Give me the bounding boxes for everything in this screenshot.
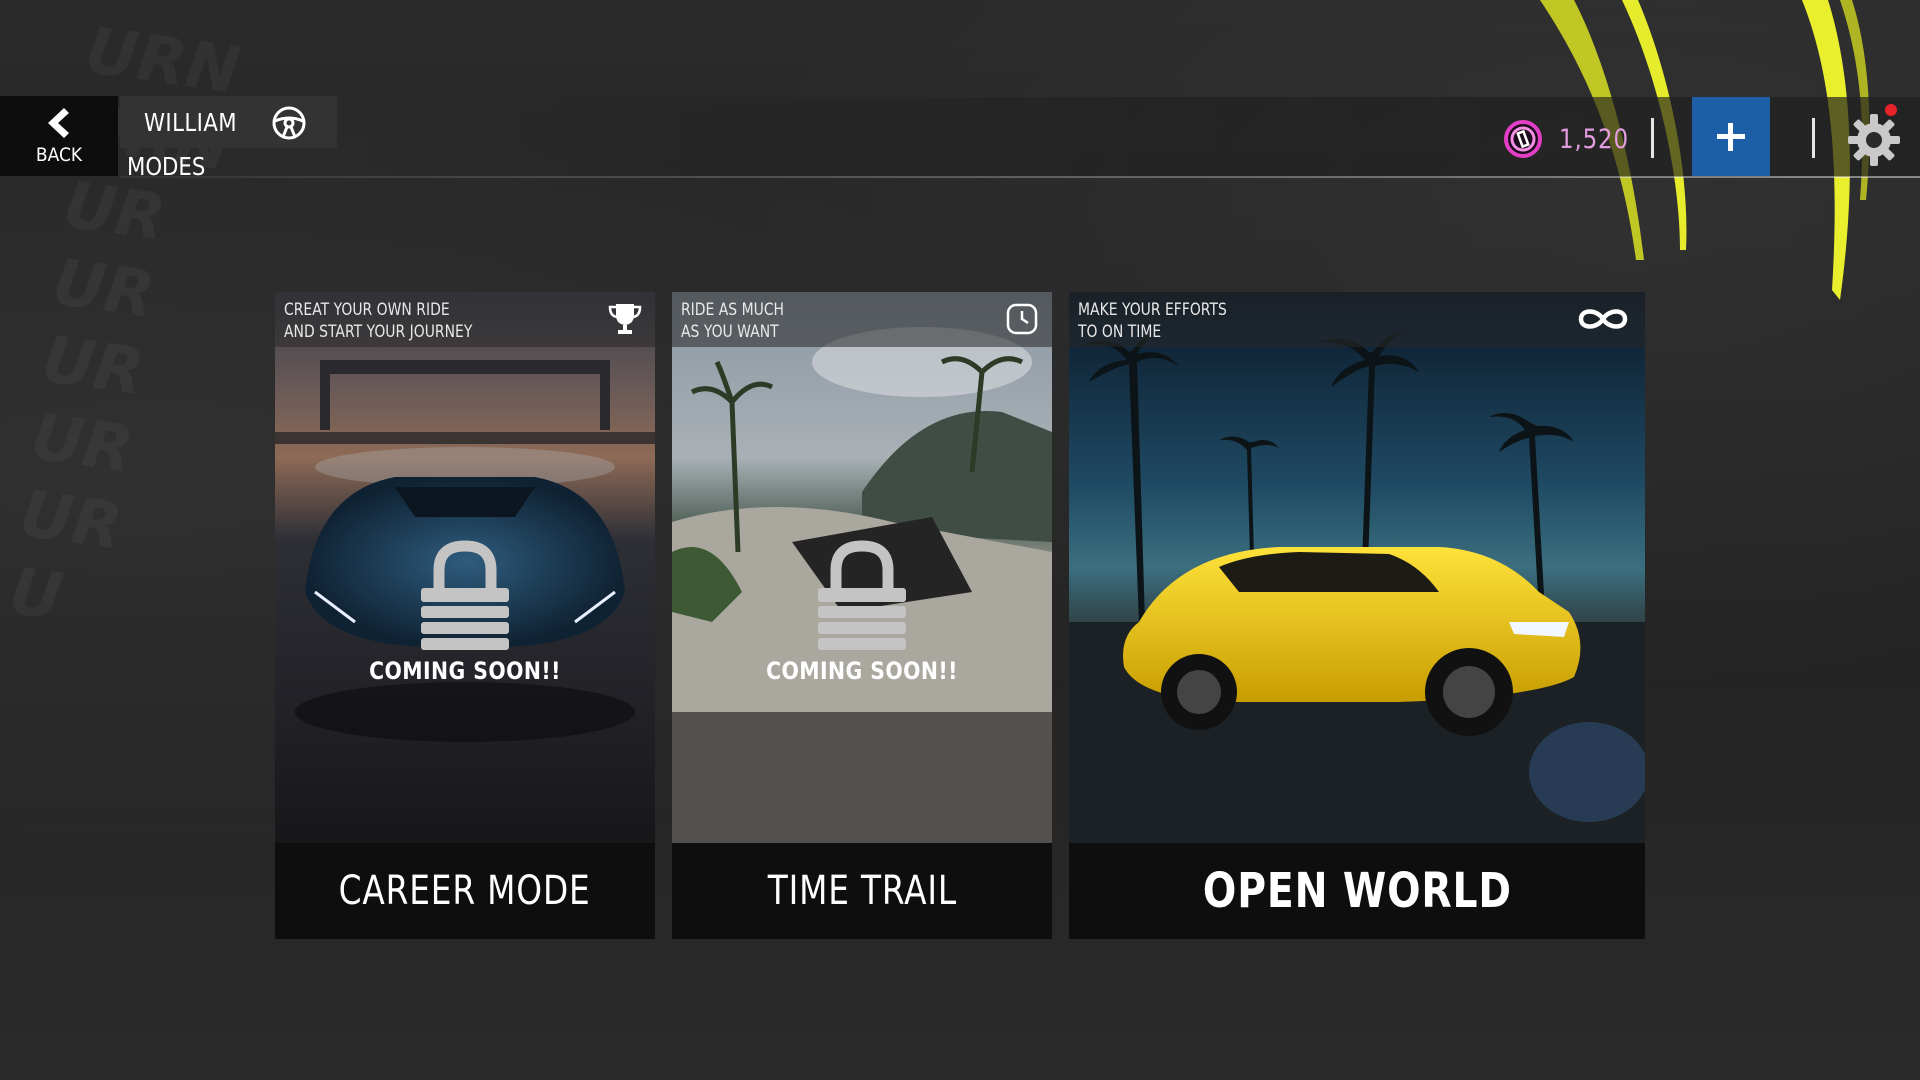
currency-display: 1,520 [1503,119,1641,159]
notification-dot [1885,104,1897,116]
card-footer: OPEN WORLD [1069,843,1645,939]
card-header: RIDE AS MUCH AS YOU WANT [672,292,1052,347]
chevron-left-icon [48,108,69,138]
player-profile[interactable]: WILLIAM [120,96,337,148]
locked-overlay: COMING SOON!! [672,540,1052,685]
steering-wheel-icon [272,106,306,140]
add-currency-button[interactable] [1692,97,1770,176]
locked-overlay: COMING SOON!! [275,540,655,685]
card-subtitle: CREAT YOUR OWN RIDE AND START YOUR JOURN… [284,300,473,342]
lock-icon [818,540,906,650]
coming-soon-label: COMING SOON!! [369,657,561,685]
trophy-icon [608,304,642,334]
mode-card-time-trail[interactable]: RIDE AS MUCH AS YOU WANT COMING SOON!! T… [672,292,1052,939]
card-header: MAKE YOUR EFFORTS TO ON TIME [1069,292,1645,347]
page-title: MODES [127,152,206,181]
card-subtitle: MAKE YOUR EFFORTS TO ON TIME [1078,300,1227,342]
top-bar-divider [120,176,1920,178]
clock-icon [1006,303,1038,335]
card-footer: TIME TRAIL [672,843,1052,939]
back-label: BACK [35,144,83,166]
mode-card-career[interactable]: CREAT YOUR OWN RIDE AND START YOUR JOURN… [275,292,655,939]
card-header: CREAT YOUR OWN RIDE AND START YOUR JOURN… [275,292,655,347]
open-world-card-art [1069,292,1645,843]
mode-card-open-world[interactable]: MAKE YOUR EFFORTS TO ON TIME OPEN WORLD [1069,292,1645,939]
plus-icon [1717,122,1745,151]
mode-title: TIME TRAIL [767,868,957,914]
mode-title: CAREER MODE [339,868,591,914]
lock-icon [421,540,509,650]
mode-title: OPEN WORLD [1202,863,1512,919]
coming-soon-label: COMING SOON!! [766,657,958,685]
back-button[interactable]: BACK [0,96,118,176]
player-name: WILLIAM [144,107,238,137]
header-divider [1651,118,1654,158]
header-divider [1812,118,1815,158]
card-footer: CAREER MODE [275,843,655,939]
gear-icon[interactable] [1846,112,1902,168]
infinity-icon [1578,309,1628,329]
currency-value: 1,520 [1559,123,1629,155]
coin-icon [1504,120,1542,158]
card-subtitle: RIDE AS MUCH AS YOU WANT [681,300,785,342]
